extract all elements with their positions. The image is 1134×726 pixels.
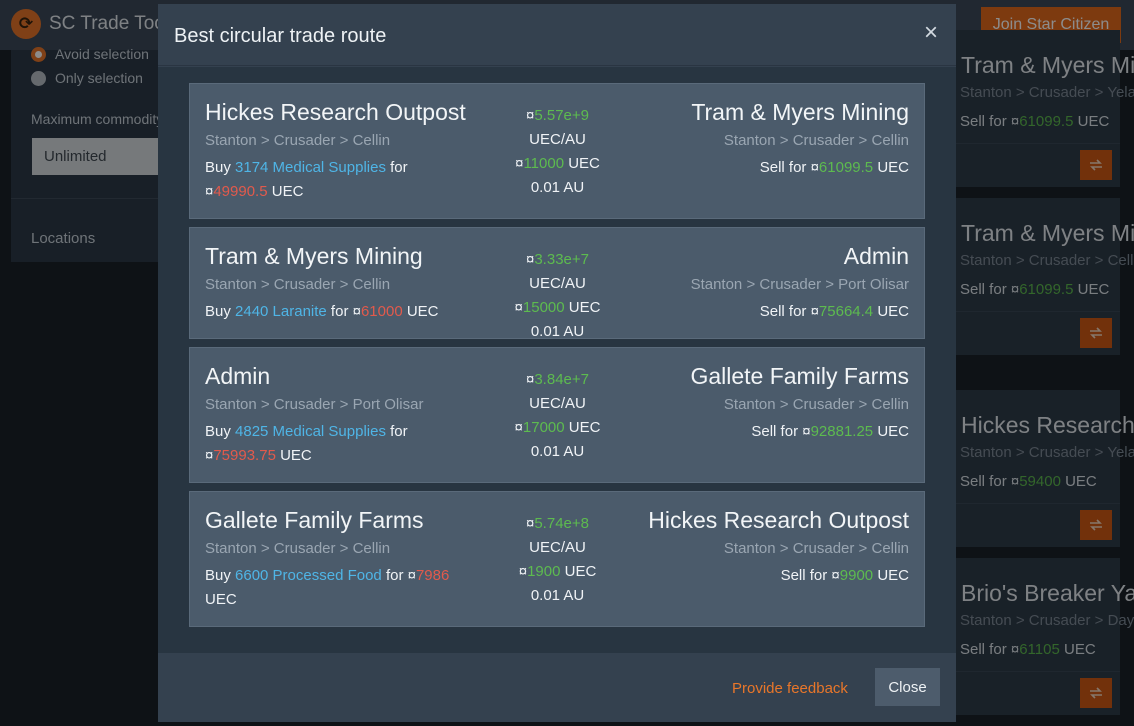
origin: Hickes Research Outpost Stanton > Crusad… <box>205 97 505 204</box>
buy-info: Buy 4825 Medical Supplies for ¤75993.75 … <box>205 423 408 464</box>
buy-info: Buy 6600 Processed Food for ¤7986 UEC <box>205 567 450 608</box>
buy-info: Buy 3174 Medical Supplies for ¤49990.5 U… <box>205 159 408 200</box>
buy-info: Buy 2440 Laranite for ¤61000 UEC <box>205 303 439 320</box>
route-list: Hickes Research Outpost Stanton > Crusad… <box>189 83 925 635</box>
close-icon[interactable]: × <box>924 21 938 45</box>
origin-name: Admin <box>205 363 271 389</box>
commodity-link[interactable]: 4825 Medical Supplies <box>235 423 386 440</box>
destination-name: Tram & Myers Mining <box>691 99 909 125</box>
destination-name: Hickes Research Outpost <box>648 507 909 533</box>
destination: Admin Stanton > Crusader > Port Olisar S… <box>589 241 909 324</box>
route-leg: Gallete Family Farms Stanton > Crusader … <box>189 491 925 627</box>
origin-path: Stanton > Crusader > Cellin <box>205 540 391 557</box>
origin-path: Stanton > Crusader > Cellin <box>205 132 391 149</box>
close-button[interactable]: Close <box>875 668 940 706</box>
origin: Gallete Family Farms Stanton > Crusader … <box>205 505 505 612</box>
destination: Hickes Research Outpost Stanton > Crusad… <box>589 505 909 588</box>
commodity-link[interactable]: 2440 Laranite <box>235 303 327 320</box>
destination: Tram & Myers Mining Stanton > Crusader >… <box>589 97 909 180</box>
destination-path: Stanton > Crusader > Cellin <box>723 540 909 557</box>
destination-path: Stanton > Crusader > Cellin <box>723 132 909 149</box>
sell-info: Sell for ¤92881.25 UEC <box>751 423 909 440</box>
commodity-link[interactable]: 6600 Processed Food <box>235 567 382 584</box>
route-leg: Hickes Research Outpost Stanton > Crusad… <box>189 83 925 219</box>
origin-name: Tram & Myers Mining <box>205 243 423 269</box>
commodity-link[interactable]: 3174 Medical Supplies <box>235 159 386 176</box>
destination: Gallete Family Farms Stanton > Crusader … <box>589 361 909 444</box>
provide-feedback-link[interactable]: Provide feedback <box>732 680 848 697</box>
origin-name: Hickes Research Outpost <box>205 99 466 125</box>
destination-path: Stanton > Crusader > Cellin <box>723 396 909 413</box>
origin-name: Gallete Family Farms <box>205 507 424 533</box>
modal-header: Best circular trade route × <box>158 4 956 66</box>
modal-title: Best circular trade route <box>174 25 387 47</box>
destination-name: Gallete Family Farms <box>690 363 909 389</box>
origin: Admin Stanton > Crusader > Port Olisar B… <box>205 361 505 468</box>
sell-info: Sell for ¤75664.4 UEC <box>759 303 909 320</box>
sell-info: Sell for ¤9900 UEC <box>780 567 909 584</box>
trade-route-modal: Best circular trade route × Hickes Resea… <box>158 4 956 722</box>
origin: Tram & Myers Mining Stanton > Crusader >… <box>205 241 505 324</box>
route-leg: Admin Stanton > Crusader > Port Olisar B… <box>189 347 925 483</box>
sell-info: Sell for ¤61099.5 UEC <box>759 159 909 176</box>
origin-path: Stanton > Crusader > Cellin <box>205 276 391 293</box>
destination-name: Admin <box>843 243 909 269</box>
origin-path: Stanton > Crusader > Port Olisar <box>205 396 424 413</box>
route-leg: Tram & Myers Mining Stanton > Crusader >… <box>189 227 925 340</box>
destination-path: Stanton > Crusader > Port Olisar <box>690 276 909 293</box>
